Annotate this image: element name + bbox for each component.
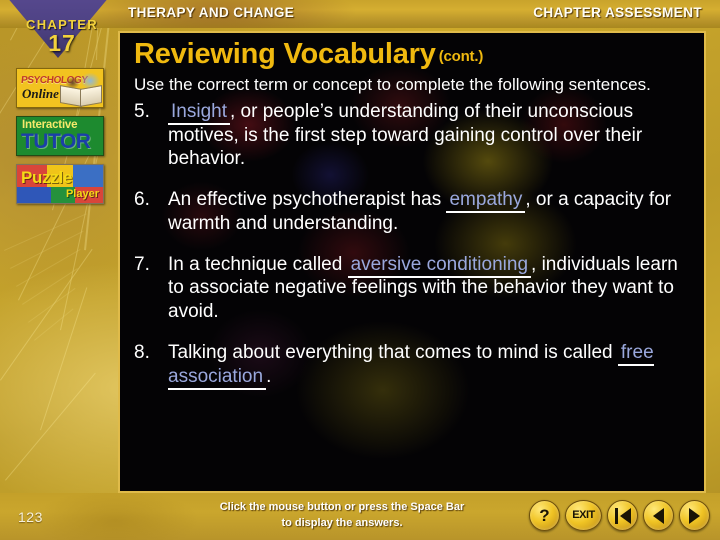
question-list: 5. Insight, or people’s understanding of … bbox=[134, 100, 690, 390]
previous-page-button[interactable] bbox=[643, 500, 674, 531]
question-mark-icon: ? bbox=[539, 506, 550, 525]
header-right-title: CHAPTER ASSESSMENT bbox=[533, 5, 702, 20]
question-text-before: In a technique called bbox=[168, 253, 348, 275]
next-arrow-icon bbox=[689, 507, 700, 524]
open-book-icon bbox=[60, 73, 102, 106]
first-page-button[interactable] bbox=[607, 500, 638, 531]
question-text-after: , or people’s understanding of their unc… bbox=[168, 100, 643, 170]
next-page-button[interactable] bbox=[679, 500, 710, 531]
question-number: 8. bbox=[134, 341, 150, 363]
list-item: 7. In a technique called aversive conditi… bbox=[134, 253, 690, 324]
puzzle-player-label-line1: Puzzle bbox=[21, 168, 73, 187]
list-item: 5. Insight, or people’s understanding of … bbox=[134, 100, 690, 171]
question-text-before: An effective psychotherapist has bbox=[168, 189, 447, 211]
sidebar-item-psychology-online[interactable]: PSYCHOLOGY Online bbox=[16, 68, 104, 108]
page-title-text: Reviewing Vocabulary bbox=[134, 38, 436, 70]
bottom-bar: 123 Click the mouse button or press the … bbox=[0, 493, 720, 540]
instructions-text: Use the correct term or concept to compl… bbox=[134, 75, 651, 95]
page-title: Reviewing Vocabulary (cont.) bbox=[134, 39, 690, 69]
first-page-icon bbox=[619, 507, 631, 524]
answer-blank: empathy bbox=[446, 189, 526, 214]
bar-icon bbox=[614, 507, 618, 524]
page-title-suffix: (cont.) bbox=[438, 48, 484, 65]
sidebar-item-puzzle-player[interactable]: Puzzle Player bbox=[16, 164, 104, 204]
content-panel: Reviewing Vocabulary (cont.) Use the corr… bbox=[118, 31, 706, 493]
answer-blank: aversive conditioning bbox=[347, 253, 532, 278]
help-button[interactable]: ? bbox=[529, 500, 560, 531]
hint-line-2: to display the answers. bbox=[281, 516, 403, 529]
interactive-tutor-label-line2: TUTOR bbox=[21, 130, 91, 153]
previous-arrow-icon bbox=[653, 507, 664, 524]
list-item: 6. An effective psychotherapist has empat… bbox=[134, 188, 690, 236]
slide-root: THERAPY AND CHANGE CHAPTER ASSESSMENT CH… bbox=[0, 0, 720, 540]
exit-label: EXIT bbox=[572, 509, 595, 521]
navigation-bar: ? EXIT bbox=[529, 500, 710, 531]
answer-blank: Insight bbox=[168, 100, 230, 125]
sidebar-item-interactive-tutor[interactable]: Interactive TUTOR bbox=[16, 116, 104, 156]
question-number: 6. bbox=[134, 189, 150, 211]
question-number: 7. bbox=[134, 253, 150, 275]
question-text-after: . bbox=[266, 365, 272, 387]
question-number: 5. bbox=[134, 100, 150, 122]
chapter-number: 17 bbox=[48, 30, 76, 56]
psychology-online-label-line2: Online bbox=[22, 86, 59, 101]
exit-button[interactable]: EXIT bbox=[565, 500, 602, 531]
puzzle-player-label-line2: Player bbox=[65, 188, 99, 200]
list-item: 8. Talking about everything that comes to… bbox=[134, 341, 690, 390]
hint-line-1: Click the mouse button or press the Spac… bbox=[219, 501, 465, 513]
header-left-title: THERAPY AND CHANGE bbox=[128, 5, 295, 20]
question-text-before: Talking about everything that comes to m… bbox=[168, 341, 618, 363]
